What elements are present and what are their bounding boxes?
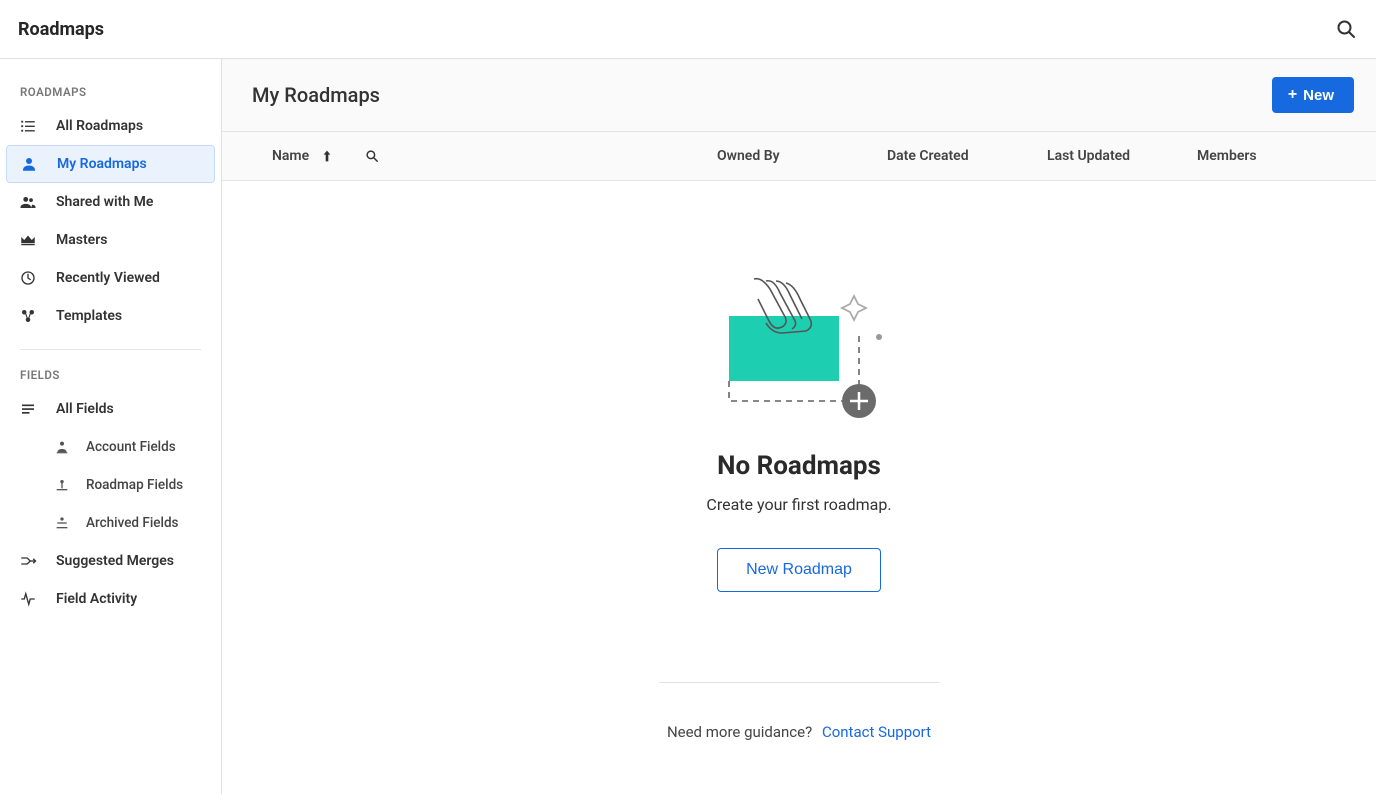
sidebar-item-my-roadmaps[interactable]: My Roadmaps [6,145,215,183]
sidebar-item-all-roadmaps[interactable]: All Roadmaps [6,107,215,145]
column-members[interactable]: Members [1197,148,1317,164]
sidebar-item-masters[interactable]: Masters [6,221,215,259]
account-icon [52,439,72,455]
footer-prompt: Need more guidance? [667,723,812,741]
column-date-created[interactable]: Date Created [887,148,1047,164]
section-label-fields: FIELDS [6,360,215,390]
sidebar-item-label: Roadmap Fields [86,477,183,493]
sidebar-item-recently-viewed[interactable]: Recently Viewed [6,259,215,297]
main-header: My Roadmaps + New [222,59,1376,131]
empty-title: No Roadmaps [717,451,881,481]
top-header: Roadmaps [0,0,1376,59]
contact-support-link[interactable]: Contact Support [822,723,931,741]
group-icon [18,193,38,211]
sidebar: ROADMAPS All Roadmaps My Roadmaps Shared… [0,59,222,794]
list-icon [18,117,38,135]
roadmap-field-icon [52,477,72,493]
table-header: Name Owned By Date Created Last Updated … [222,131,1376,181]
sidebar-item-label: My Roadmaps [57,156,147,172]
empty-illustration [714,271,884,421]
page-title: My Roadmaps [252,83,380,107]
column-last-updated[interactable]: Last Updated [1047,148,1197,164]
sidebar-item-archived-fields[interactable]: Archived Fields [40,504,215,542]
sort-ascending-icon[interactable] [319,148,335,164]
column-name[interactable]: Name [272,148,309,164]
column-search-icon[interactable] [363,147,381,165]
lines-icon [18,400,38,418]
search-icon[interactable] [1334,17,1358,41]
sidebar-item-label: All Fields [56,401,114,417]
activity-icon [18,590,38,608]
plus-icon: + [1288,86,1297,104]
person-icon [19,155,39,173]
sidebar-item-templates[interactable]: Templates [6,297,215,335]
main-content: My Roadmaps + New Name Owned By Date Cre… [222,59,1376,794]
new-roadmap-button[interactable]: New Roadmap [717,548,881,592]
archive-icon [52,515,72,531]
templates-icon [18,307,38,325]
column-owned-by[interactable]: Owned By [717,148,887,164]
new-button-label: New [1303,87,1334,104]
sidebar-item-label: Archived Fields [86,515,179,531]
clock-icon [18,269,38,287]
sidebar-item-label: Account Fields [86,439,176,455]
sidebar-item-field-activity[interactable]: Field Activity [6,580,215,618]
sidebar-item-shared-with-me[interactable]: Shared with Me [6,183,215,221]
sidebar-item-label: All Roadmaps [56,118,143,134]
sidebar-item-label: Field Activity [56,591,137,607]
merge-icon [18,552,38,570]
sidebar-item-label: Templates [56,308,122,324]
section-label-roadmaps: ROADMAPS [6,77,215,107]
crown-icon [18,231,38,249]
sidebar-item-label: Masters [56,232,107,248]
app-title: Roadmaps [18,19,104,40]
empty-state: No Roadmaps Create your first roadmap. N… [222,181,1376,794]
sidebar-item-account-fields[interactable]: Account Fields [40,428,215,466]
sidebar-item-label: Recently Viewed [56,270,160,286]
sidebar-item-label: Suggested Merges [56,553,174,569]
sidebar-item-roadmap-fields[interactable]: Roadmap Fields [40,466,215,504]
sidebar-item-suggested-merges[interactable]: Suggested Merges [6,542,215,580]
sidebar-item-all-fields[interactable]: All Fields [6,390,215,428]
empty-subtitle: Create your first roadmap. [706,495,891,514]
new-button[interactable]: + New [1272,77,1354,113]
sidebar-item-label: Shared with Me [56,194,153,210]
footer-note: Need more guidance? Contact Support [659,682,939,741]
sidebar-divider [20,349,201,350]
